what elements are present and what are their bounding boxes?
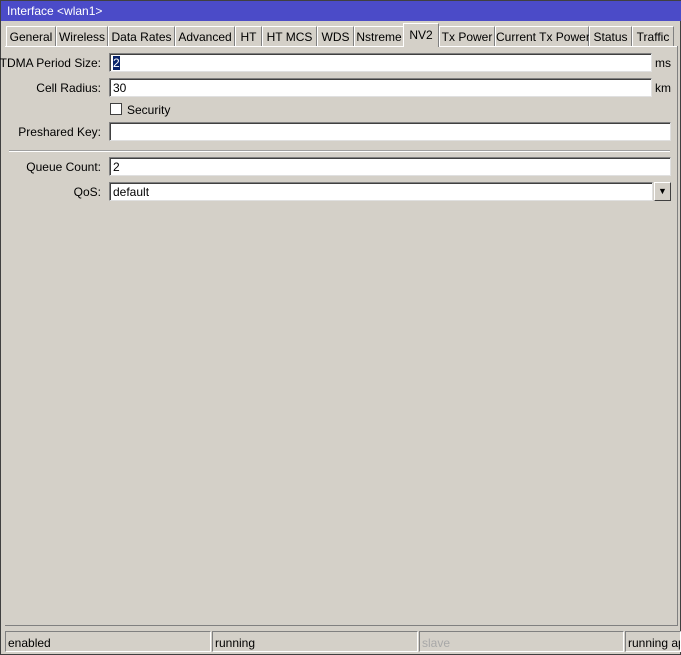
tdma-period-input[interactable]: 2 [109,53,652,72]
queue-count-label: Queue Count: [26,160,101,174]
qos-label: QoS: [73,185,101,199]
dropdown-arrow-icon: ▼ [658,186,667,196]
cell-radius-label: Cell Radius: [36,81,101,95]
tab-nv2[interactable]: NV2 [403,23,439,47]
status-enabled: enabled [5,631,211,652]
queue-count-input[interactable]: 2 [109,157,671,176]
qos-select[interactable]: default [109,182,653,201]
security-label: Security [127,103,171,117]
qos-dropdown-button[interactable]: ▼ [654,182,671,201]
cell-radius-input[interactable]: 30 [109,78,652,97]
preshared-key-label: Preshared Key: [18,125,101,139]
section-separator [9,150,670,152]
tab-tx-power[interactable]: Tx Power [439,26,495,46]
status-running: running [212,631,418,652]
preshared-key-input[interactable] [109,122,671,141]
tab-wds[interactable]: WDS [317,26,354,46]
tab-nstreme[interactable]: Nstreme [354,26,404,46]
tdma-unit: ms [655,56,671,70]
security-checkbox[interactable] [110,103,122,115]
tdma-value: 2 [113,56,120,70]
cell-radius-unit: km [655,81,671,95]
window-title: Interface <wlan1> [1,1,681,21]
tab-data-rates[interactable]: Data Rates [108,26,175,46]
tab-ht[interactable]: HT [235,26,262,46]
tab-traffic[interactable]: Traffic [632,26,674,46]
tab-wireless[interactable]: Wireless [56,26,108,46]
tab-current-tx-power[interactable]: Current Tx Power [495,26,590,46]
interface-window: Interface <wlan1> General Wireless Data … [0,0,681,655]
tab-general[interactable]: General [6,26,56,46]
tab-advanced[interactable]: Advanced [175,26,235,46]
tdma-label: TDMA Period Size: [0,56,101,70]
tab-status[interactable]: Status [589,26,632,46]
status-slave: slave [419,631,624,652]
status-mode: running ap [625,631,681,652]
tab-ht-mcs[interactable]: HT MCS [262,26,317,46]
